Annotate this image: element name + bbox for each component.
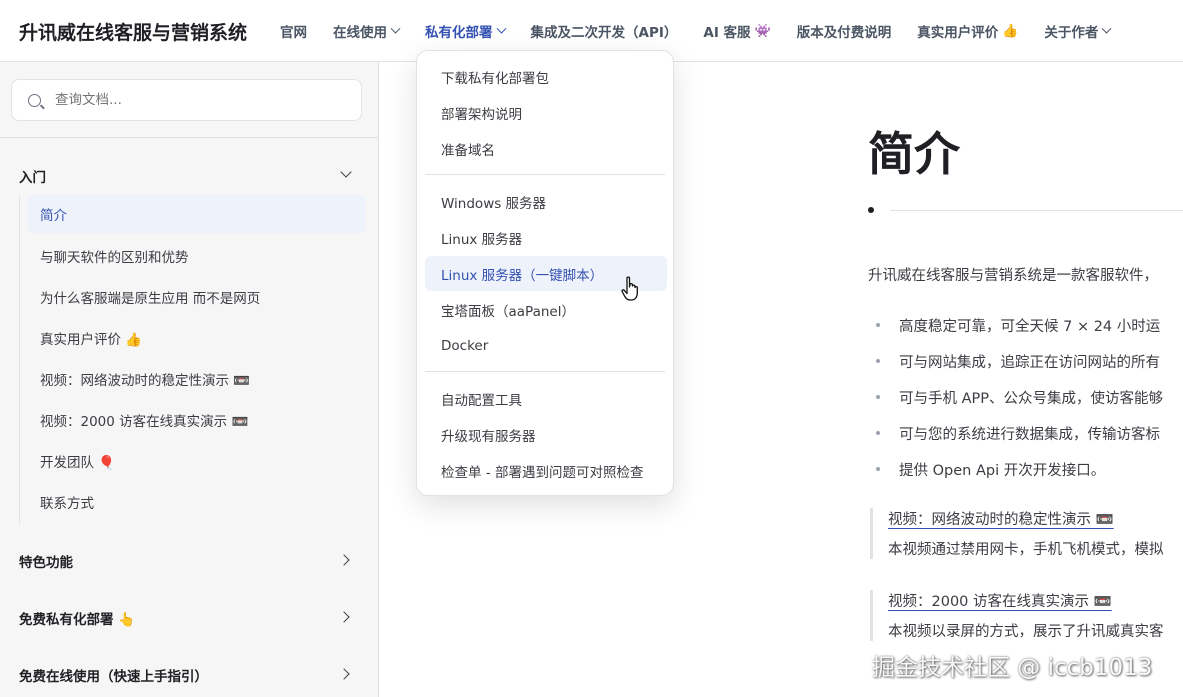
sidebar-item-user-reviews[interactable]: 真实用户评价 👍 xyxy=(28,319,366,357)
nav-ai-service[interactable]: AI 客服 👾 xyxy=(703,21,771,42)
search-input[interactable] xyxy=(55,92,335,108)
nav-label: AI 客服 xyxy=(703,25,751,41)
menu-divider xyxy=(425,371,665,372)
divider xyxy=(890,210,1183,211)
feature-list-item: 高度稳定可靠，可全天候 7 × 24 小时运 xyxy=(876,315,1160,336)
private-deploy-dropdown: 下载私有化部署包 部署架构说明 准备域名 Windows 服务器 Linux 服… xyxy=(416,50,674,496)
menu-item-upgrade-server[interactable]: 升级现有服务器 xyxy=(425,417,667,452)
chevron-down-icon[interactable] xyxy=(340,166,352,178)
sidebar-item-intro[interactable]: 简介 xyxy=(28,195,366,233)
chevron-right-icon[interactable] xyxy=(338,668,350,680)
brand-title[interactable]: 升讯威在线客服与营销系统 xyxy=(19,18,247,45)
nav-label: 在线使用 xyxy=(333,25,387,41)
sidebar-group-features[interactable]: 特色功能 xyxy=(19,551,73,571)
menu-item-auto-config[interactable]: 自动配置工具 xyxy=(425,381,667,416)
menu-item-domain[interactable]: 准备域名 xyxy=(425,131,667,166)
nav-pricing[interactable]: 版本及付费说明 xyxy=(797,21,892,41)
video-quote: 视频：网络波动时的稳定性演示 📼 本视频通过禁用网卡，手机飞机模式，模拟 xyxy=(870,508,1183,559)
nav-api[interactable]: 集成及二次开发（API） xyxy=(531,21,678,41)
nav-private-deploy[interactable]: 私有化部署 xyxy=(425,21,506,41)
menu-item-checklist[interactable]: 检查单 - 部署遇到问题可对照检查 xyxy=(425,453,667,488)
nav-label: 真实用户评价 xyxy=(917,25,999,41)
nav-label: 集成及二次开发（API） xyxy=(530,25,678,41)
sidebar-item-differences[interactable]: 与聊天软件的区别和优势 xyxy=(28,237,366,275)
sidebar-item-contact[interactable]: 联系方式 xyxy=(28,483,366,521)
video-description: 本视频通过禁用网卡，手机飞机模式，模拟 xyxy=(888,542,1164,558)
menu-item-windows-server[interactable]: Windows 服务器 xyxy=(425,184,667,219)
menu-divider xyxy=(425,174,665,175)
main-nav: 官网 在线使用 私有化部署 集成及二次开发（API） AI 客服 👾 版本及付费… xyxy=(280,0,1136,62)
menu-item-docker[interactable]: Docker xyxy=(425,328,667,363)
sidebar: 入门 简介 与聊天软件的区别和优势 为什么客服端是原生应用 而不是网页 真实用户… xyxy=(0,62,379,697)
sidebar-item-native-app[interactable]: 为什么客服端是原生应用 而不是网页 xyxy=(28,278,366,316)
nav-label: 私有化部署 xyxy=(425,25,493,41)
feature-list-item: 可与手机 APP、公众号集成，使访客能够 xyxy=(876,387,1163,408)
nav-label: 官网 xyxy=(280,25,307,41)
video-link-2000-visitors[interactable]: 视频：2000 访客在线真实演示 📼 xyxy=(888,590,1183,611)
feature-list-item: 可与您的系统进行数据集成，传输访客标 xyxy=(876,423,1160,444)
chevron-right-icon[interactable] xyxy=(338,554,350,566)
outline-dot xyxy=(868,207,874,213)
sidebar-item-video-stability[interactable]: 视频：网络波动时的稳定性演示 📼 xyxy=(28,360,366,398)
sidebar-group-online-use[interactable]: 免费在线使用（快速上手指引） xyxy=(19,665,208,685)
intro-paragraph: 升讯威在线客服与营销系统是一款客服软件， xyxy=(868,268,1158,284)
menu-item-architecture[interactable]: 部署架构说明 xyxy=(425,95,667,130)
chevron-down-icon xyxy=(1101,23,1112,34)
nav-online-use[interactable]: 在线使用 xyxy=(333,21,401,41)
chevron-down-icon xyxy=(390,23,401,34)
video-quote: 视频：2000 访客在线真实演示 📼 本视频以录屏的方式，展示了升讯威真实客 xyxy=(870,590,1183,641)
thumbs-up-icon: 👍 xyxy=(1002,23,1019,39)
chevron-right-icon[interactable] xyxy=(338,611,350,623)
search-icon xyxy=(28,93,41,107)
video-link-stability[interactable]: 视频：网络波动时的稳定性演示 📼 xyxy=(888,508,1183,529)
nav-label: 版本及付费说明 xyxy=(796,25,892,41)
menu-item-linux-server[interactable]: Linux 服务器 xyxy=(425,220,667,255)
chevron-down-icon xyxy=(496,23,506,34)
nav-user-reviews[interactable]: 真实用户评价 👍 xyxy=(917,21,1019,42)
search-box[interactable] xyxy=(11,79,362,121)
feature-list-item: 提供 Open Api 开次开发接口。 xyxy=(876,459,1105,480)
nav-official-site[interactable]: 官网 xyxy=(280,21,307,41)
nav-about-author[interactable]: 关于作者 xyxy=(1044,21,1112,41)
feature-list-item: 可与网站集成，追踪正在访问网站的所有 xyxy=(876,351,1160,372)
page-title: 简介 xyxy=(868,127,960,181)
sidebar-item-video-2000[interactable]: 视频：2000 访客在线真实演示 📼 xyxy=(28,401,366,439)
sidebar-item-dev-team[interactable]: 开发团队 🎈 xyxy=(28,442,366,480)
hand-pointer-cursor-icon xyxy=(621,276,638,301)
sidebar-group-line xyxy=(19,195,20,525)
divider xyxy=(0,137,379,138)
nav-label: 关于作者 xyxy=(1044,25,1099,41)
alien-monster-icon: 👾 xyxy=(754,23,771,39)
sidebar-group-intro[interactable]: 入门 xyxy=(19,166,46,186)
menu-item-download-package[interactable]: 下载私有化部署包 xyxy=(425,59,667,94)
sidebar-group-private-deploy[interactable]: 免费私有化部署 👆 xyxy=(19,608,135,628)
video-description: 本视频以录屏的方式，展示了升讯威真实客 xyxy=(888,624,1164,640)
watermark: 掘金技术社区 @ iccb1013 xyxy=(872,655,1153,681)
